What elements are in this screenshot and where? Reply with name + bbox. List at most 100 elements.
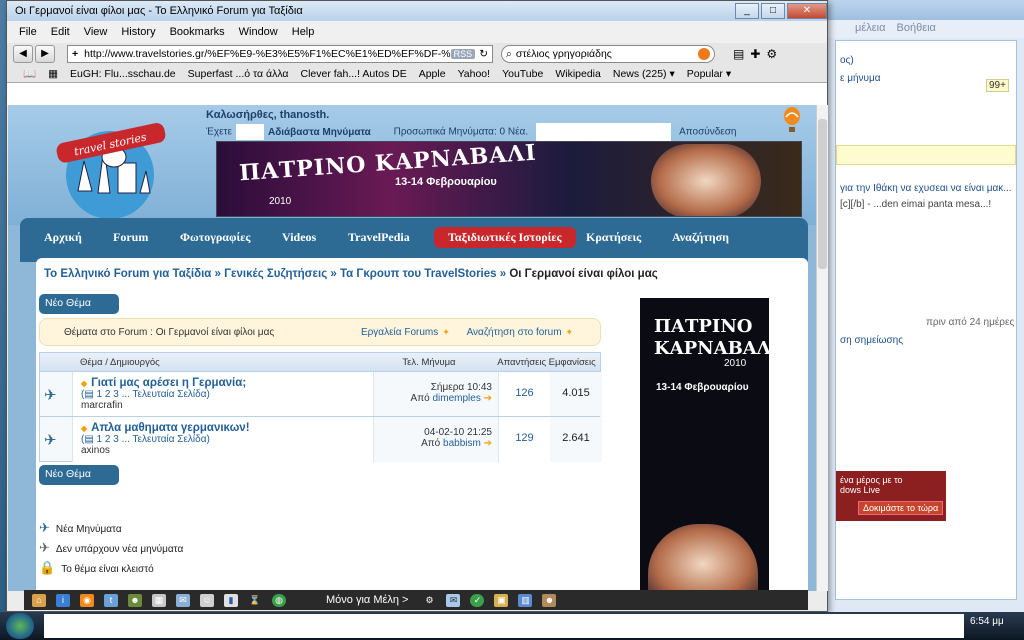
nav-bookings[interactable]: Κρατήσεις (586, 230, 641, 245)
search-value[interactable]: στέλιος γρηγοριάδης (516, 48, 698, 60)
topic-author[interactable]: marcrafin (81, 400, 365, 411)
users-icon[interactable]: ☻ (128, 593, 142, 607)
carnival-banner[interactable]: ΠΑΤΡΙΝΟ ΚΑΡΝΑΒΑΛΙ 13-14 Φεβρουαρίου 2010 (216, 141, 802, 217)
replies-count[interactable]: 129 (498, 417, 550, 462)
stats-icon[interactable]: ▮ (224, 593, 238, 607)
titlebar[interactable]: Οι Γερμανοί είναι φίλοι μας - Το Ελληνικ… (7, 1, 827, 21)
mail-icon[interactable]: ✉ (446, 593, 461, 607)
background-window[interactable]: μέλεια Βοήθεια ος) ε μήνυμα 99+ για την … (826, 0, 1024, 612)
page-links[interactable]: 1 2 3 ... Τελευταία Σελίδα (97, 434, 207, 445)
url-text[interactable]: http://www.travelstories.gr/%EF%E9-%E3%E… (84, 48, 451, 60)
vertical-scrollbar[interactable] (816, 105, 828, 591)
menu-help[interactable]: Help (292, 26, 315, 38)
menu-window[interactable]: Window (239, 26, 278, 38)
back-button[interactable]: ◀ (13, 45, 33, 63)
bookmark-item[interactable]: Wikipedia (555, 68, 601, 80)
dropdown-star-icon[interactable]: ✦ (442, 327, 450, 337)
grid-icon[interactable]: ▦ (48, 68, 58, 80)
topic-author[interactable]: axinos (81, 445, 365, 456)
topic-pages[interactable]: (▤ 1 2 3 ... Τελευταία Σελίδα) (81, 389, 365, 400)
menu-history[interactable]: History (121, 26, 155, 38)
new-topic-button[interactable]: Νέο Θέμα (39, 294, 119, 314)
rss-icon[interactable]: RSS (450, 49, 476, 59)
private-messages-link[interactable]: Προσωπικά Μηνύματα: 0 Νέα. (394, 127, 529, 138)
topic-title-link[interactable]: Γιατί μας αρέσει η Γερμανία; (91, 377, 246, 389)
last-post-author[interactable]: babbism (443, 438, 481, 449)
unread-messages-link[interactable]: Αδιάβαστα Μηνύματα (268, 127, 371, 138)
calendar-icon[interactable]: ▦ (152, 593, 166, 607)
address-bar[interactable]: + http://www.travelstories.gr/%EF%E9-%E3… (67, 45, 493, 63)
topic-title-link[interactable]: Απλα μαθηματα γερμανικων! (91, 422, 249, 434)
globe-icon[interactable]: ◍ (272, 593, 286, 607)
column-header[interactable]: Απαντήσεις (497, 357, 548, 368)
hourglass-icon[interactable]: ⌛ (248, 594, 262, 607)
add-tab-icon[interactable]: ✚ (750, 47, 760, 61)
bookmark-item[interactable]: News (225) ▾ (613, 68, 675, 80)
forum-tools-link[interactable]: Εργαλεία Forums (361, 327, 438, 338)
bookmark-item[interactable]: Yahoo! (458, 68, 491, 80)
menu-file[interactable]: File (19, 26, 37, 38)
chat-icon[interactable]: ✉ (176, 593, 190, 607)
nav-travelpedia[interactable]: TravelPedia (348, 230, 410, 245)
last-post-author[interactable]: dimemples (432, 393, 480, 404)
forum-search-link[interactable]: Αναζήτηση στο forum (467, 327, 562, 338)
maximize-button[interactable]: □ (761, 3, 785, 19)
rss-feed-icon[interactable]: ◉ (80, 593, 94, 607)
scrollbar-thumb[interactable] (818, 119, 827, 269)
carnival-ad[interactable]: ΠΑΤΡΙΝΟ ΚΑΡΝΑΒΑΛΙ 2010 13-14 Φεβρουαρίου (640, 298, 769, 591)
bookmark-item[interactable]: Superfast ...ό τα άλλα (188, 68, 289, 80)
dropdown-star-icon[interactable]: ✦ (566, 327, 574, 337)
nav-home[interactable]: Αρχική (44, 230, 82, 245)
info-icon[interactable]: i (56, 593, 70, 607)
travel-stories-logo[interactable]: travel stories (52, 117, 170, 223)
go-to-post-icon[interactable]: ➔ (484, 438, 492, 449)
column-header[interactable]: Τελ. Μήνυμα (402, 357, 497, 368)
search-go-icon[interactable] (698, 48, 710, 60)
topic-pages[interactable]: (▤ 1 2 3 ... Τελευταία Σελίδα) (81, 434, 365, 445)
breadcrumb-link[interactable]: Τα Γκρουπ του TravelStories (340, 268, 497, 280)
column-header[interactable]: Εμφανίσεις (549, 357, 600, 368)
page-links[interactable]: 1 2 3 ... Τελευταία Σελίδα (97, 389, 207, 400)
background-window-titlebar[interactable] (827, 0, 1024, 20)
members-only-menu[interactable]: Μόνο για Μέλη > (326, 594, 408, 606)
add-bookmark-icon[interactable]: + (72, 48, 78, 60)
background-window-menu[interactable]: μέλεια Βοήθεια (827, 20, 1024, 38)
menu-view[interactable]: View (84, 26, 108, 38)
group-icon[interactable]: ☻ (542, 593, 557, 607)
twitter-icon[interactable]: t (104, 593, 118, 607)
replies-count[interactable]: 126 (498, 372, 550, 417)
photo-icon[interactable]: ▣ (494, 593, 509, 607)
gear-icon[interactable]: ⚙ (422, 594, 436, 607)
members-icon[interactable]: ☺ (200, 593, 214, 607)
nav-forum[interactable]: Forum (113, 230, 148, 245)
logout-link[interactable]: Αποσύνδεση (679, 127, 736, 138)
snippet-link[interactable]: για την Ιθάκη να εχυσεαι να είναι μακ... (840, 183, 1012, 194)
minimize-button[interactable]: _ (735, 3, 759, 19)
nav-search[interactable]: Αναζήτηση (672, 230, 729, 245)
bookmark-item[interactable]: EuGH: Flu...sschau.de (70, 68, 176, 80)
bookmark-item[interactable]: Popular ▾ (687, 68, 731, 80)
go-to-post-icon[interactable]: ➔ (484, 393, 492, 404)
menu-bookmarks[interactable]: Bookmarks (170, 26, 225, 38)
new-topic-button[interactable]: Νέο Θέμα (39, 465, 119, 485)
search-field[interactable]: ⌕ στέλιος γρηγοριάδης (501, 45, 715, 63)
menu-item[interactable]: μέλεια (855, 22, 885, 34)
forward-button[interactable]: ▶ (35, 45, 55, 63)
taskbar-clock[interactable]: 6:54 μμ (970, 616, 1004, 627)
breadcrumb-link[interactable]: Γενικές Συζητήσεις (224, 268, 327, 280)
bookmark-item[interactable]: Clever fah...! Autos DE (300, 68, 406, 80)
menu-item[interactable]: Βοήθεια (897, 22, 936, 34)
nav-photos[interactable]: Φωτογραφίες (180, 230, 250, 245)
reload-icon[interactable]: ↻ (479, 48, 488, 60)
check-icon[interactable]: ✓ (470, 593, 485, 607)
column-header[interactable]: Θέμα / Δημιουργός (80, 357, 370, 368)
start-button[interactable] (6, 613, 34, 639)
book-icon[interactable]: 📖 (23, 67, 36, 80)
notes-link[interactable]: ση σημείωσης (840, 335, 903, 346)
page-menu-icon[interactable]: ▤ (733, 47, 744, 61)
book-icon[interactable]: ▥ (518, 593, 533, 607)
promo-try-button[interactable]: Δοκιμάστε το τώρα (858, 501, 944, 515)
close-button[interactable]: ✕ (787, 3, 827, 19)
menu-edit[interactable]: Edit (51, 26, 70, 38)
gear-icon[interactable]: ⚙ (766, 47, 777, 61)
